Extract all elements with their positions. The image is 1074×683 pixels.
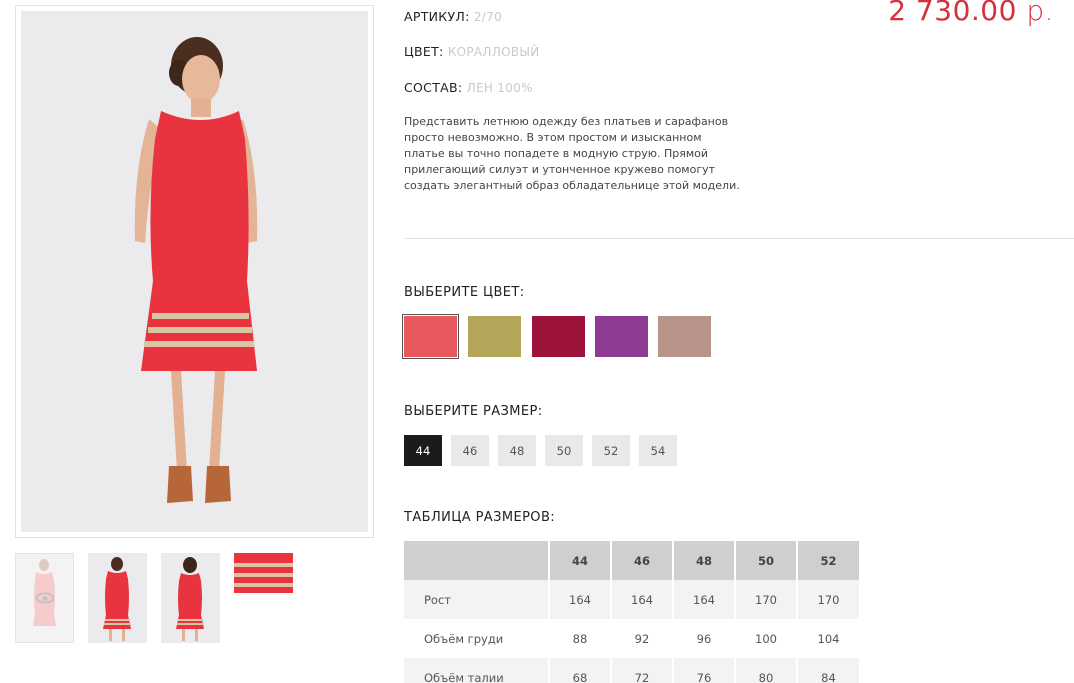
table-row: Объём груди 88 92 96 100 104: [404, 619, 859, 658]
table-cell: 80: [735, 658, 798, 683]
eye-icon: [35, 592, 54, 604]
description-line: создать элегантный образ обладательнице …: [404, 179, 740, 192]
article-row: АРТИКУЛ: 2/70: [404, 9, 502, 24]
size-option[interactable]: 52: [592, 435, 630, 466]
color-label: ЦВЕТ:: [404, 44, 444, 59]
price: 2 730.00 р.: [888, 0, 1054, 27]
table-cell: 164: [611, 580, 674, 619]
color-swatch-olive[interactable]: [468, 316, 521, 357]
product-photo-canvas: [21, 11, 368, 532]
description-line: прилегающий силуэт и утонченное кружево …: [404, 163, 716, 176]
table-cell: 76: [673, 658, 736, 683]
thumbnail-front-faded[interactable]: [15, 553, 74, 643]
table-header-cell: [404, 541, 550, 580]
table-row-label: Объём талии: [404, 658, 550, 683]
size-option[interactable]: 48: [498, 435, 536, 466]
table-cell: 84: [797, 658, 859, 683]
composition-value: ЛЕН 100%: [466, 81, 533, 95]
thumbnail-lace-detail[interactable]: [234, 553, 293, 593]
color-swatch-coral[interactable]: [402, 314, 459, 359]
size-option[interactable]: 44: [404, 435, 442, 466]
thumbnail-front[interactable]: [88, 553, 147, 643]
size-option[interactable]: 46: [451, 435, 489, 466]
product-description: Представить летнюю одежду без платьев и …: [404, 114, 764, 194]
color-swatch-purple[interactable]: [595, 316, 648, 357]
table-row: Рост 164 164 164 170 170: [404, 580, 859, 619]
description-line: просто невозможно. В этом простом и изыс…: [404, 131, 702, 144]
choose-size-title: ВЫБЕРИТЕ РАЗМЕР:: [404, 404, 543, 419]
table-cell: 104: [817, 631, 840, 646]
model-in-dress-illustration: [134, 37, 258, 503]
thumbnail-illustration: [234, 563, 293, 587]
color-swatch-burgundy[interactable]: [532, 316, 585, 357]
thumbnail-illustration: [176, 557, 204, 641]
table-row-label: Рост: [404, 580, 550, 619]
size-table-title: ТАБЛИЦА РАЗМЕРОВ:: [404, 510, 556, 525]
table-cell: 68: [549, 658, 612, 683]
table-cell: 164: [549, 580, 612, 619]
main-product-photo[interactable]: [15, 5, 374, 538]
table-cell: 164: [673, 580, 736, 619]
color-value: КОРАЛЛОВЫЙ: [447, 45, 540, 59]
article-label: АРТИКУЛ:: [404, 9, 470, 24]
size-option[interactable]: 54: [639, 435, 677, 466]
color-swatch-dusty-rose[interactable]: [658, 316, 711, 357]
size-option[interactable]: 50: [545, 435, 583, 466]
table-cell: 88: [549, 619, 612, 658]
table-cell: 100: [735, 619, 798, 658]
choose-color-title: ВЫБЕРИТЕ ЦВЕТ:: [404, 285, 525, 300]
thumbnail-illustration: [103, 557, 131, 641]
table-header-cell: 44: [549, 541, 612, 580]
table-cell: 92: [611, 619, 674, 658]
table-cell: 170: [735, 580, 798, 619]
table-header-cell: 50: [735, 541, 798, 580]
composition-row: СОСТАВ: ЛЕН 100%: [404, 80, 533, 95]
table-header-cell: 48: [673, 541, 736, 580]
table-header-cell: 46: [611, 541, 674, 580]
size-table: 44 46 48 50 52 Рост 164 164 164 170 170 …: [404, 541, 859, 683]
thumbnail-back[interactable]: [161, 553, 220, 643]
description-line: платье вы точно попадете в модную струю.…: [404, 147, 709, 160]
description-line: Представить летнюю одежду без платьев и …: [404, 115, 729, 128]
table-row: Объём талии 68 72 76 80 84: [404, 658, 859, 683]
table-cell: 96: [673, 619, 736, 658]
table-cell: 170: [797, 580, 859, 619]
article-value: 2/70: [473, 10, 503, 24]
price-currency: р.: [1026, 0, 1054, 27]
divider: [404, 238, 1074, 239]
size-table-header-row: 44 46 48 50 52: [404, 541, 859, 580]
price-amount: 2 730.00: [888, 0, 1017, 27]
composition-label: СОСТАВ:: [404, 80, 463, 95]
table-row-label: Объём груди: [404, 619, 550, 658]
table-header-cell: 52: [797, 541, 859, 580]
table-cell: 72: [611, 658, 674, 683]
color-row: ЦВЕТ: КОРАЛЛОВЫЙ: [404, 44, 540, 59]
